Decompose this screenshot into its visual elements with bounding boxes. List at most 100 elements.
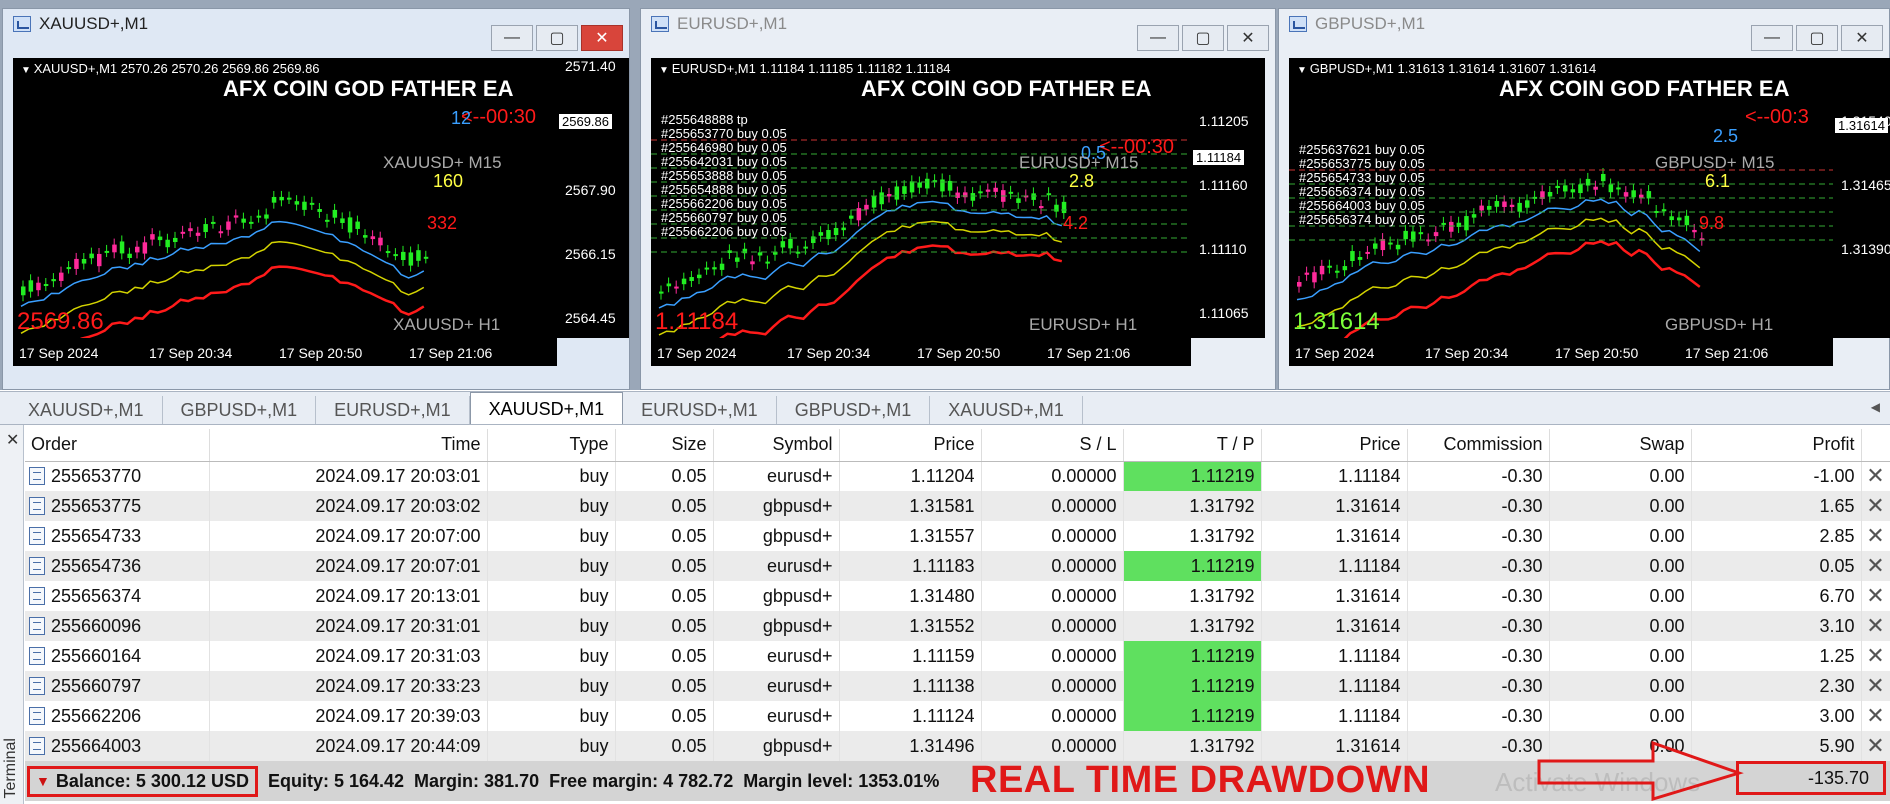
- cell-swap: 0.00: [1549, 551, 1692, 581]
- cell-price: 1.11184: [1261, 461, 1408, 491]
- column-header[interactable]: S / L: [981, 429, 1124, 462]
- column-header[interactable]: Commission: [1407, 429, 1550, 462]
- column-header[interactable]: Symbol: [713, 429, 840, 462]
- candle-body: [142, 242, 148, 254]
- table-row[interactable]: 255654733 2024.09.17 20:07:00 buy 0.05 gbpus…: [25, 521, 1890, 551]
- cell-swap: 0.00: [1549, 581, 1692, 611]
- close-order-icon[interactable]: ✕: [1861, 611, 1890, 641]
- order-label[interactable]: #255653770 buy 0.05: [661, 126, 787, 141]
- chart-window-eurusd[interactable]: EURUSD+,M1 — ▢ ✕ EURUSD+,M1 1.11184 1.11…: [640, 8, 1276, 390]
- close-button[interactable]: ✕: [581, 25, 623, 51]
- chart-tab[interactable]: EURUSD+,M1: [623, 396, 777, 424]
- column-header[interactable]: Order: [25, 429, 210, 462]
- order-label[interactable]: #255662206 buy 0.05: [661, 224, 787, 239]
- close-order-icon[interactable]: ✕: [1861, 731, 1890, 761]
- maximize-button[interactable]: ▢: [1796, 25, 1838, 51]
- minimize-button[interactable]: —: [1137, 25, 1179, 51]
- order-icon: [29, 466, 45, 485]
- chart-tab[interactable]: XAUUSD+,M1: [10, 396, 163, 424]
- close-order-icon[interactable]: ✕: [1861, 551, 1890, 581]
- cell-price: 1.31614: [1261, 581, 1408, 611]
- cell-price: 1.11183: [839, 551, 982, 581]
- candle-body: [1646, 191, 1652, 199]
- order-label[interactable]: #255656374 buy 0.05: [1299, 212, 1425, 227]
- column-header[interactable]: T / P: [1123, 429, 1262, 462]
- table-row[interactable]: 255660797 2024.09.17 20:33:23 buy 0.05 eurus…: [25, 671, 1890, 701]
- chart-tab[interactable]: GBPUSD+,M1: [163, 396, 317, 424]
- column-header[interactable]: Swap: [1549, 429, 1692, 462]
- order-icon: [29, 556, 45, 575]
- table-row[interactable]: 255653775 2024.09.17 20:03:02 buy 0.05 gbpus…: [25, 491, 1890, 521]
- close-button[interactable]: ✕: [1841, 25, 1883, 51]
- order-label[interactable]: #255648888 tp: [661, 112, 748, 127]
- order-label[interactable]: #255660797 buy 0.05: [661, 210, 787, 225]
- time-axis: 17 Sep 2024 17 Sep 20:34 17 Sep 20:50 17 Se…: [651, 338, 1191, 366]
- column-header[interactable]: Price: [1261, 429, 1408, 462]
- candle-body: [887, 194, 892, 197]
- candle-body: [233, 215, 239, 218]
- maximize-button[interactable]: ▢: [1182, 25, 1224, 51]
- chart-tab[interactable]: XAUUSD+,M1: [930, 396, 1083, 424]
- column-header[interactable]: Type: [487, 429, 616, 462]
- cell-price: 1.11184: [1261, 641, 1408, 671]
- order-number: 255653770: [51, 465, 142, 486]
- order-label[interactable]: #255664003 buy 0.05: [1299, 198, 1425, 213]
- table-row[interactable]: 255653770 2024.09.17 20:03:01 buy 0.05 eurus…: [25, 461, 1890, 491]
- cell-symbol: gbpusd+: [713, 611, 840, 641]
- chart-tab[interactable]: XAUUSD+,M1: [469, 392, 624, 424]
- table-row[interactable]: 255656374 2024.09.17 20:13:01 buy 0.05 gbpus…: [25, 581, 1890, 611]
- close-order-icon[interactable]: ✕: [1861, 461, 1890, 491]
- candle-body: [1319, 265, 1325, 275]
- close-order-icon[interactable]: ✕: [1861, 671, 1890, 701]
- column-header[interactable]: Size: [615, 429, 714, 462]
- order-label[interactable]: #255654733 buy 0.05: [1299, 170, 1425, 185]
- order-label[interactable]: #255654888 buy 0.05: [661, 182, 787, 197]
- tab-scroll-left-icon[interactable]: ◀: [1871, 400, 1880, 414]
- price-chart[interactable]: XAUUSD+,M1 2570.26 2570.26 2569.86 2569.…: [13, 58, 557, 366]
- close-order-icon[interactable]: ✕: [1861, 641, 1890, 671]
- minimize-button[interactable]: —: [491, 25, 533, 51]
- price-chart[interactable]: GBPUSD+,M1 1.31613 1.31614 1.31607 1.316…: [1289, 58, 1833, 366]
- table-row[interactable]: 255662206 2024.09.17 20:39:03 buy 0.05 eurus…: [25, 701, 1890, 731]
- cell-commission: -0.30: [1407, 701, 1550, 731]
- time-tick-label: 17 Sep 21:06: [1047, 345, 1131, 361]
- chart-tab[interactable]: GBPUSD+,M1: [777, 396, 931, 424]
- candle-body: [370, 236, 376, 240]
- close-order-icon[interactable]: ✕: [1861, 521, 1890, 551]
- candle-body: [1623, 192, 1629, 197]
- order-label[interactable]: #255646980 buy 0.05: [661, 140, 787, 155]
- candle-body: [659, 291, 664, 294]
- close-order-icon[interactable]: ✕: [1861, 581, 1890, 611]
- close-order-icon[interactable]: ✕: [1861, 701, 1890, 731]
- order-label[interactable]: #255653775 buy 0.05: [1299, 156, 1425, 171]
- cell-s-l: 0.00000: [981, 671, 1124, 701]
- candle-body: [112, 244, 117, 253]
- chart-tab[interactable]: EURUSD+,M1: [316, 396, 470, 424]
- current-price-large: 2569.86: [17, 308, 104, 335]
- order-label[interactable]: #255637621 buy 0.05: [1299, 142, 1425, 157]
- column-header-blank: [1861, 429, 1890, 462]
- close-button[interactable]: ✕: [1227, 25, 1269, 51]
- order-label[interactable]: #255642031 buy 0.05: [661, 154, 787, 169]
- table-row[interactable]: 255660096 2024.09.17 20:31:01 buy 0.05 gbpus…: [25, 611, 1890, 641]
- chart-window-xauusd[interactable]: XAUUSD+,M1 — ▢ ✕ XAUUSD+,M1 2570.26 2570…: [2, 8, 630, 390]
- column-header[interactable]: Price: [839, 429, 982, 462]
- order-label[interactable]: #255656374 buy 0.05: [1299, 184, 1425, 199]
- cell-price: 1.11184: [1261, 551, 1408, 581]
- candle-body: [363, 235, 368, 238]
- table-row[interactable]: 255660164 2024.09.17 20:31:03 buy 0.05 eurus…: [25, 641, 1890, 671]
- column-header[interactable]: Time: [209, 429, 488, 462]
- order-label[interactable]: #255653888 buy 0.05: [661, 168, 787, 183]
- column-header[interactable]: Profit: [1691, 429, 1862, 462]
- cell-price: 1.31614: [1261, 611, 1408, 641]
- maximize-button[interactable]: ▢: [536, 25, 578, 51]
- price-chart[interactable]: EURUSD+,M1 1.11184 1.11185 1.11182 1.111…: [651, 58, 1191, 366]
- minimize-button[interactable]: —: [1751, 25, 1793, 51]
- close-terminal-icon[interactable]: ✕: [6, 430, 19, 450]
- close-order-icon[interactable]: ✕: [1861, 491, 1890, 521]
- cell-profit: 1.25: [1691, 641, 1862, 671]
- order-label[interactable]: #255662206 buy 0.05: [661, 196, 787, 211]
- ea-name: AFX COIN GOD FATHER EA: [861, 76, 1152, 101]
- table-row[interactable]: 255654736 2024.09.17 20:07:01 buy 0.05 eurus…: [25, 551, 1890, 581]
- chart-window-gbpusd[interactable]: GBPUSD+,M1 — ▢ ✕ GBPUSD+,M1 1.31613 1.31…: [1278, 8, 1890, 390]
